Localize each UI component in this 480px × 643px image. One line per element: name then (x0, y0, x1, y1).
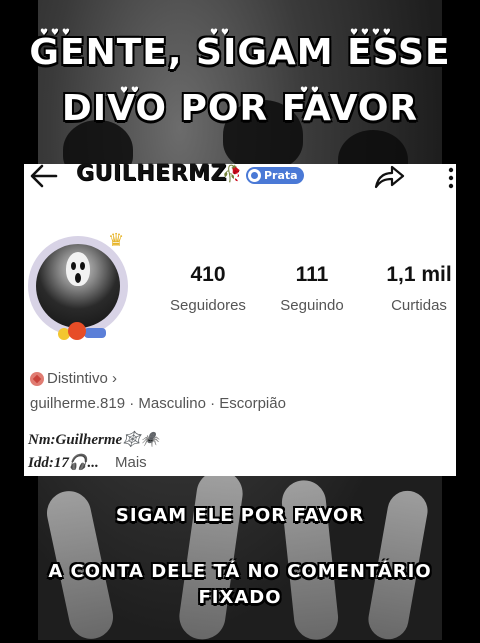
avatar[interactable]: ♛ (28, 230, 132, 340)
bio-line: Idd:17🎧... (28, 455, 99, 471)
distintivo-icon (30, 371, 44, 386)
stat-value: 410 (190, 263, 226, 286)
share-icon[interactable] (372, 162, 406, 190)
overlay-caption-line4: A CONTA DELE TÁ NO COMENTÁRIO (48, 561, 432, 582)
rose-icon: 🥀 (222, 164, 242, 183)
profile-topbar: GUILHERMZ 🥀 Prata (24, 161, 456, 190)
crown-icon: ♛ (108, 230, 125, 251)
bio-line: Nm:Guilherme🕸️🕷️ (28, 432, 160, 448)
stat-value: 111 (295, 263, 329, 286)
distintivo-link[interactable]: Distintivo › (30, 370, 117, 387)
background-figure (176, 467, 246, 643)
stat-likes[interactable]: 1,1 mil Curtidas (374, 262, 464, 317)
distintivo-label: Distintivo › (47, 370, 118, 387)
stat-label: Seguindo (280, 297, 344, 314)
overlay-caption-line2: DIVO POR FAVOR (61, 88, 419, 129)
flowers-decoration (58, 316, 118, 344)
stat-label: Seguidores (170, 297, 246, 314)
bio-more-link[interactable]: Mais (115, 454, 147, 471)
background-figure (279, 478, 341, 642)
stat-label: Curtidas (391, 297, 447, 314)
overlay-caption-line5: FIXADO (198, 587, 282, 608)
overlay-caption-line3: SIGAM ELE POR FAVOR (115, 505, 365, 526)
stat-following[interactable]: 111 Seguindo (272, 262, 352, 317)
profile-card: GUILHERMZ 🥀 Prata ♛ 410 Seguidores 111 S… (24, 161, 456, 476)
badge-label: Prata (264, 169, 298, 182)
badge-icon (248, 169, 261, 182)
stat-value: 1,1 mil (386, 263, 452, 286)
level-badge[interactable]: Prata (246, 167, 304, 184)
stat-followers[interactable]: 410 Seguidores (162, 262, 254, 317)
more-vertical-icon[interactable] (446, 166, 456, 190)
arrow-left-icon[interactable] (28, 162, 60, 190)
overlay-caption-line1: GENTE, SIGAM ESSE (29, 32, 451, 73)
profile-username: GUILHERMZ (76, 161, 227, 186)
profile-info-line: guilherme.819 · Masculino · Escorpião (30, 395, 286, 412)
